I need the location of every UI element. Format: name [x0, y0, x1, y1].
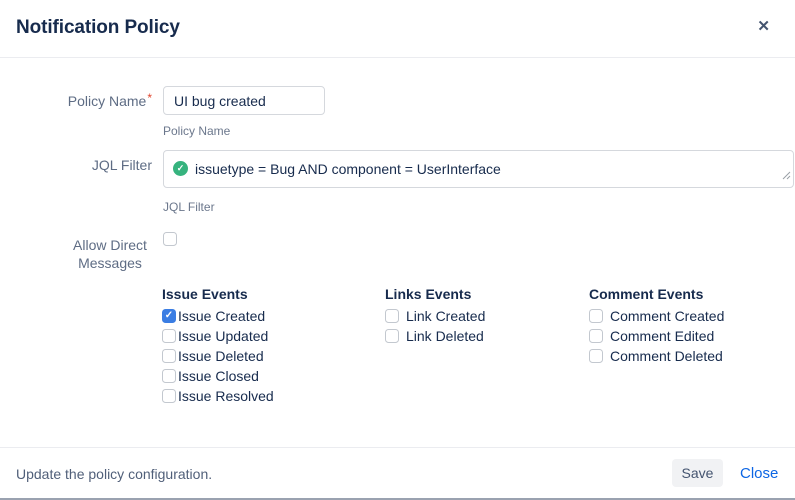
checkbox-link-created[interactable]: [385, 309, 399, 323]
comment-events-title: Comment Events: [589, 285, 724, 306]
save-button[interactable]: Save: [672, 459, 723, 487]
policy-name-input[interactable]: [163, 86, 325, 115]
issue-events-title: Issue Events: [162, 285, 274, 306]
option-link-deleted[interactable]: Link Deleted: [385, 326, 485, 346]
checkbox-issue-updated[interactable]: [162, 329, 176, 343]
option-comment-edited[interactable]: Comment Edited: [589, 326, 724, 346]
comment-events-group: Comment Events Comment Created Comment E…: [589, 285, 724, 366]
valid-check-circle-icon: ✓: [173, 161, 188, 176]
resize-handle-icon[interactable]: [782, 167, 791, 185]
jql-filter-value: issuetype = Bug AND component = UserInte…: [195, 161, 501, 177]
option-comment-created[interactable]: Comment Created: [589, 306, 724, 326]
links-events-group: Links Events Link Created Link Deleted: [385, 285, 485, 346]
allow-direct-messages-checkbox[interactable]: [163, 232, 177, 246]
footer-status-text: Update the policy configuration.: [16, 466, 212, 482]
checkbox-link-deleted[interactable]: [385, 329, 399, 343]
policy-name-label: Policy Name*: [16, 93, 152, 109]
jql-filter-helper: JQL Filter: [163, 200, 215, 214]
checkbox-issue-created[interactable]: ✓: [162, 309, 176, 323]
footer-divider: [0, 447, 795, 448]
close-button[interactable]: Close: [740, 465, 778, 482]
option-comment-deleted[interactable]: Comment Deleted: [589, 346, 724, 366]
header-divider: [0, 57, 795, 58]
option-issue-deleted[interactable]: Issue Deleted: [162, 346, 274, 366]
option-issue-created[interactable]: ✓ Issue Created: [162, 306, 274, 326]
policy-name-helper: Policy Name: [163, 124, 230, 138]
option-issue-closed[interactable]: Issue Closed: [162, 366, 274, 386]
page-title: Notification Policy: [16, 17, 180, 39]
option-issue-updated[interactable]: Issue Updated: [162, 326, 274, 346]
close-icon[interactable]: ✕: [757, 19, 770, 35]
links-events-title: Links Events: [385, 285, 485, 306]
checkbox-issue-deleted[interactable]: [162, 349, 176, 363]
checkbox-comment-created[interactable]: [589, 309, 603, 323]
checkbox-comment-deleted[interactable]: [589, 349, 603, 363]
checkmark-icon: ✓: [165, 311, 173, 321]
required-asterisk: *: [147, 91, 152, 105]
jql-filter-input[interactable]: ✓ issuetype = Bug AND component = UserIn…: [163, 150, 794, 188]
checkbox-issue-closed[interactable]: [162, 369, 176, 383]
checkbox-issue-resolved[interactable]: [162, 389, 176, 403]
allow-direct-messages-label: Allow Direct Messages: [16, 236, 152, 272]
option-link-created[interactable]: Link Created: [385, 306, 485, 326]
issue-events-group: Issue Events ✓ Issue Created Issue Updat…: [162, 285, 274, 406]
notification-policy-modal: Notification Policy ✕ Policy Name* Polic…: [0, 0, 795, 500]
jql-filter-label: JQL Filter: [16, 157, 152, 173]
checkbox-comment-edited[interactable]: [589, 329, 603, 343]
option-issue-resolved[interactable]: Issue Resolved: [162, 386, 274, 406]
